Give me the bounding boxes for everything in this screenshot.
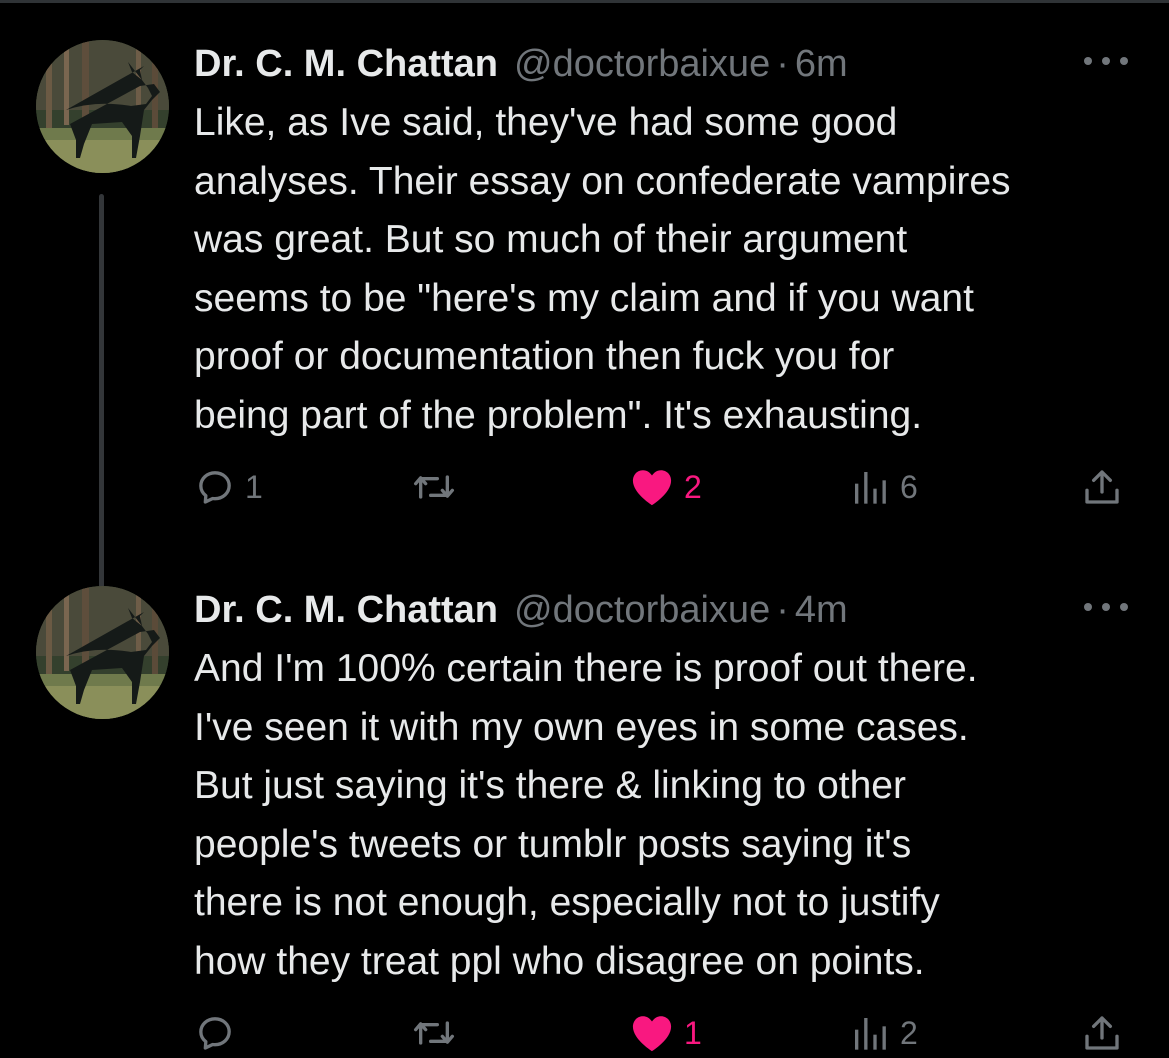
tweet-actions: 1 2 6 xyxy=(0,462,1169,512)
retweet-button[interactable] xyxy=(412,1008,466,1058)
tweet-text-line: how they treat ppl who disagree on point… xyxy=(194,939,925,983)
like-button[interactable]: 1 xyxy=(630,1008,702,1058)
tweet-text-line: And I'm 100% certain there is proof out … xyxy=(194,647,978,690)
deer-in-forest-avatar xyxy=(36,586,169,719)
share-button[interactable] xyxy=(1082,1008,1122,1058)
author-handle[interactable]: @doctorbaixue xyxy=(514,43,770,86)
retweet-button[interactable] xyxy=(412,462,466,512)
views-count: 2 xyxy=(900,1014,918,1051)
tweet-actions: 1 2 xyxy=(0,1008,1169,1058)
tweet-text: And I'm 100% certain there is proof out … xyxy=(194,640,1154,991)
retweet-icon xyxy=(413,1021,454,1045)
tweet-text-line: analyses. Their essay on confederate vam… xyxy=(194,159,1011,203)
tweet-text-line: I've seen it with my own eyes in some ca… xyxy=(194,705,969,749)
reply-button[interactable]: 1 xyxy=(195,462,263,512)
more-options-icon[interactable] xyxy=(1084,600,1128,614)
views-chart-icon xyxy=(855,1018,886,1050)
tweet-text-line: there is not enough, especially not to j… xyxy=(194,881,940,924)
tweet-text-line: seems to be "here's my claim and if you … xyxy=(194,276,974,320)
tweet-text-line: being part of the problem". It's exhaust… xyxy=(194,393,923,437)
like-count: 2 xyxy=(684,468,702,505)
more-options-icon[interactable] xyxy=(1084,54,1128,68)
views-button[interactable]: 2 xyxy=(850,1008,918,1058)
share-icon xyxy=(1085,470,1119,504)
deer-in-forest-avatar xyxy=(36,40,169,173)
tweet[interactable]: Dr. C. M. Chattan @doctorbaixue · 4m And… xyxy=(0,584,1169,1056)
tweet[interactable]: Dr. C. M. Chattan @doctorbaixue · 6m Lik… xyxy=(0,38,1169,618)
reply-button[interactable] xyxy=(195,1008,245,1058)
thread-connector xyxy=(99,194,104,618)
tweet-text-line: people's tweets or tumblr posts saying i… xyxy=(194,822,912,866)
timestamp[interactable]: 4m xyxy=(795,589,848,632)
reply-count: 1 xyxy=(245,468,263,505)
tweet-text-line: was great. But so much of their argument xyxy=(194,218,908,261)
timestamp[interactable]: 6m xyxy=(795,43,848,86)
share-icon xyxy=(1085,1016,1119,1050)
author-name[interactable]: Dr. C. M. Chattan xyxy=(194,589,498,632)
avatar[interactable] xyxy=(36,586,169,719)
heart-icon xyxy=(632,1016,672,1052)
like-button[interactable]: 2 xyxy=(630,462,702,512)
separator-dot: · xyxy=(776,42,789,85)
separator-dot: · xyxy=(776,588,789,631)
tweet-header: Dr. C. M. Chattan @doctorbaixue · 4m xyxy=(194,586,848,634)
views-button[interactable]: 6 xyxy=(850,462,918,512)
author-handle[interactable]: @doctorbaixue xyxy=(514,589,770,632)
reply-icon xyxy=(199,1017,231,1050)
top-divider xyxy=(0,0,1169,3)
tweet-text: Like, as Ive said, they've had some good… xyxy=(194,94,1154,445)
reply-icon xyxy=(199,471,231,504)
avatar[interactable] xyxy=(36,40,169,173)
tweet-text-line: But just saying it's there & linking to … xyxy=(194,764,906,807)
heart-icon xyxy=(632,470,672,506)
like-count: 1 xyxy=(684,1014,702,1051)
views-chart-icon xyxy=(855,472,886,504)
share-button[interactable] xyxy=(1082,462,1122,512)
tweet-text-line: Like, as Ive said, they've had some good xyxy=(194,101,898,144)
retweet-icon xyxy=(413,475,454,499)
tweet-text-line: proof or documentation then fuck you for xyxy=(194,335,895,378)
views-count: 6 xyxy=(900,468,918,505)
author-name[interactable]: Dr. C. M. Chattan xyxy=(194,43,498,86)
tweet-header: Dr. C. M. Chattan @doctorbaixue · 6m xyxy=(194,40,848,88)
